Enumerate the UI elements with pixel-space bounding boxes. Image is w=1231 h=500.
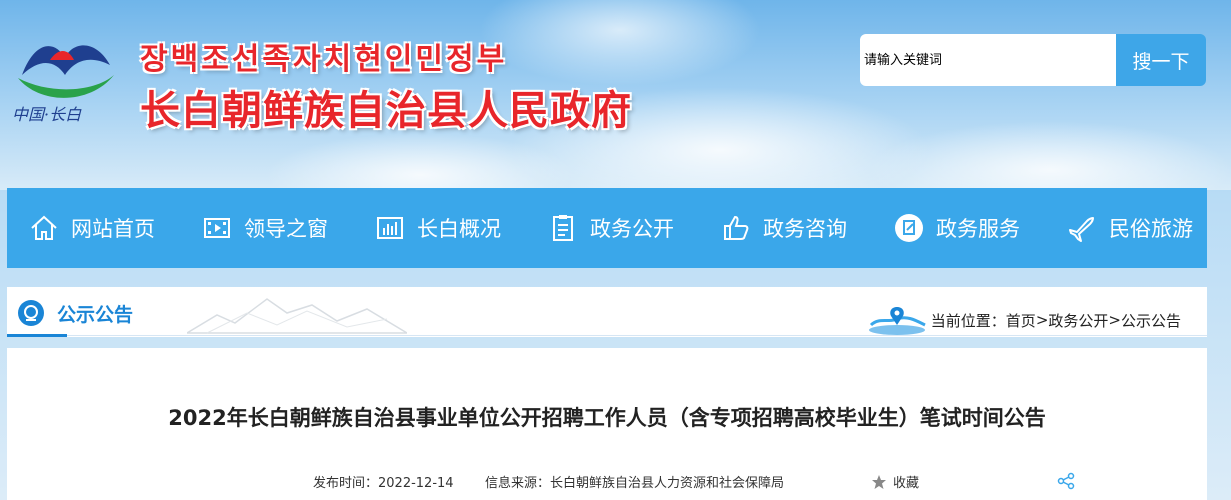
nav-item-leaders[interactable]: 领导之窗 <box>202 213 328 243</box>
favorite-label: 收藏 <box>893 476 920 491</box>
source-label: 信息来源： <box>485 476 551 491</box>
nav-item-label: 政务服务 <box>936 217 1020 241</box>
service-icon <box>895 214 923 242</box>
section-underline <box>7 334 67 337</box>
logo-text: 中国·长白 <box>12 105 82 124</box>
location-icon <box>868 307 926 335</box>
breadcrumb-separator: > <box>1108 311 1121 329</box>
nav-item-gov-affairs[interactable]: 政务公开 <box>548 213 674 243</box>
nav-item-label: 网站首页 <box>71 217 155 241</box>
chart-icon <box>377 217 403 239</box>
document-icon <box>553 215 573 241</box>
article-meta: 发布时间：2022-12-14 信息来源：长白朝鲜族自治县人力资源和社会保障局 … <box>7 472 1207 492</box>
film-icon <box>204 218 230 238</box>
breadcrumb-gov-affairs[interactable]: 政务公开 <box>1048 310 1108 331</box>
section-header: 公示公告 当前位置： 首页 > 政务公开 > 公示公告 <box>7 287 1207 337</box>
breadcrumb-notices[interactable]: 公示公告 <box>1121 310 1181 331</box>
article-title: 2022年长白朝鲜族自治县事业单位公开招聘工作人员（含专项招聘高校毕业生）笔试时… <box>168 406 1046 430</box>
thumbs-up-icon <box>724 215 749 240</box>
source-value: 长白朝鲜族自治县人力资源和社会保障局 <box>550 476 785 491</box>
nav-item-label: 长白概况 <box>417 217 501 241</box>
source-info: 信息来源：长白朝鲜族自治县人力资源和社会保障局 <box>485 472 784 491</box>
share-icon[interactable] <box>1057 472 1075 490</box>
publish-label: 发布时间： <box>313 476 379 491</box>
search-bar: 搜一下 <box>860 34 1206 86</box>
section-title: 公示公告 <box>57 304 134 326</box>
mountain-decoration-icon <box>187 298 407 334</box>
nav-item-label: 政务公开 <box>590 217 674 241</box>
search-input[interactable] <box>860 34 1116 86</box>
breadcrumb-label: 当前位置： <box>930 311 1006 330</box>
publish-info: 发布时间：2022-12-14 <box>313 472 454 491</box>
nav-item-tourism[interactable]: 民俗旅游 <box>1067 213 1193 243</box>
search-button[interactable]: 搜一下 <box>1116 34 1206 86</box>
nav-item-home[interactable]: 网站首页 <box>29 213 155 243</box>
breadcrumb: 当前位置： 首页 > 政务公开 > 公示公告 <box>867 303 1181 337</box>
home-icon <box>31 215 57 240</box>
star-icon <box>872 474 886 489</box>
breadcrumb-home[interactable]: 首页 <box>1006 310 1036 331</box>
publish-date: 2022-12-14 <box>378 476 454 491</box>
site-title-korean: 장백조선족자치현인민정부 <box>140 42 508 77</box>
main-nav: 网站首页 领导之窗 长白概况 政务公开 政务咨询 政务服务 民俗旅游 <box>7 188 1207 268</box>
nav-item-label: 领导之窗 <box>244 217 328 241</box>
site-title-chinese: 长白朝鲜族自治县人民政府 <box>140 87 632 134</box>
plane-icon <box>1069 217 1094 242</box>
nav-item-label: 民俗旅游 <box>1109 217 1193 241</box>
nav-item-overview[interactable]: 长白概况 <box>375 213 501 243</box>
article-panel: 2022年长白朝鲜族自治县事业单位公开招聘工作人员（含专项招聘高校毕业生）笔试时… <box>7 348 1207 500</box>
nav-item-service[interactable]: 政务服务 <box>894 213 1020 243</box>
nav-item-label: 政务咨询 <box>763 217 847 241</box>
favorite-button[interactable]: 收藏 <box>871 472 919 491</box>
site-logo[interactable]: 中国·长白 <box>10 20 120 130</box>
breadcrumb-separator: > <box>1035 311 1049 329</box>
nav-item-consult[interactable]: 政务咨询 <box>721 213 847 243</box>
section-badge-icon <box>18 300 44 326</box>
